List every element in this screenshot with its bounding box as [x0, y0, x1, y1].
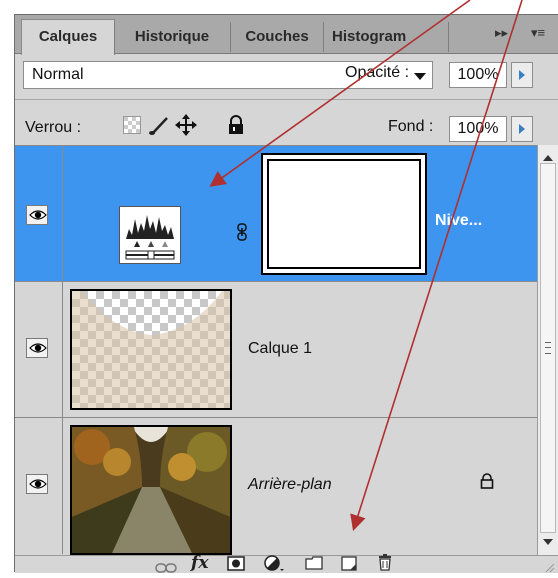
layer-row-calque-1[interactable]: Calque 1 — [15, 282, 537, 418]
eye-icon[interactable] — [26, 205, 48, 225]
lock-label: Verrou : — [25, 119, 82, 136]
layers-list: Nive... Calque 1 Arrière-plan — [15, 145, 537, 556]
fx-icon[interactable]: fx — [191, 553, 208, 573]
fill-label: Fond : — [388, 118, 434, 135]
layer-thumbnail[interactable] — [70, 289, 232, 410]
layers-scrollbar[interactable] — [537, 145, 558, 555]
scrollbar-thumb[interactable] — [540, 163, 556, 533]
fill-input[interactable]: 100% — [449, 116, 507, 142]
mask-link-icon[interactable] — [237, 223, 247, 241]
levels-adjustment-icon[interactable] — [119, 206, 181, 264]
visibility-cell — [15, 418, 63, 554]
new-layer-icon[interactable] — [341, 556, 357, 576]
opacity-label: Opacité : — [345, 64, 410, 81]
fill-slider-button[interactable] — [511, 116, 533, 142]
opacity-slider-button[interactable] — [511, 62, 533, 88]
lock-transparent-icon[interactable] — [123, 116, 141, 134]
trash-icon[interactable] — [377, 554, 393, 576]
lock-move-icon[interactable] — [175, 114, 197, 136]
link-icon[interactable] — [155, 560, 177, 578]
group-icon[interactable] — [305, 556, 323, 575]
chevron-down-icon — [414, 73, 426, 80]
lock-all-icon[interactable] — [227, 115, 245, 135]
eye-icon[interactable] — [26, 338, 48, 358]
divider — [15, 99, 558, 100]
tab-bar: Calques Historique Couches Histogram ▸▸ … — [15, 15, 558, 55]
layer-row-arriere-plan[interactable]: Arrière-plan — [15, 418, 537, 555]
grip-icon — [545, 342, 551, 354]
layer-name[interactable]: Nive... — [435, 212, 482, 230]
background-photo-thumbnail[interactable] — [70, 425, 232, 555]
panel-menu-icon[interactable]: ▾≡ — [531, 25, 545, 41]
layer-name[interactable]: Arrière-plan — [248, 476, 332, 494]
layer-name[interactable]: Calque 1 — [248, 340, 312, 358]
adjustment-icon[interactable] — [263, 555, 285, 577]
bottom-toolbar: fx — [15, 553, 558, 576]
eye-icon[interactable] — [26, 474, 48, 494]
tab-couches[interactable]: Couches — [231, 22, 324, 52]
visibility-cell — [15, 282, 63, 417]
layer-lock-icon — [480, 473, 494, 489]
scroll-down-icon[interactable] — [543, 539, 553, 545]
layers-panel: Calques Historique Couches Histogram ▸▸ … — [14, 14, 558, 576]
panel-expand-icon[interactable]: ▸▸ — [495, 25, 508, 41]
resize-grip-icon[interactable] — [543, 560, 555, 578]
blend-mode-value: Normal — [32, 66, 84, 83]
tab-histogram[interactable]: Histogram — [324, 22, 449, 52]
lock-brush-icon[interactable] — [148, 115, 170, 137]
scroll-up-icon[interactable] — [543, 155, 553, 161]
visibility-cell — [15, 146, 63, 281]
tab-calques[interactable]: Calques — [21, 19, 115, 55]
layer-row-levels[interactable]: Nive... — [15, 146, 537, 282]
opacity-input[interactable]: 100% — [449, 62, 507, 88]
mask-icon[interactable] — [227, 556, 245, 576]
tab-historique[interactable]: Historique — [114, 22, 231, 52]
layer-mask-thumbnail[interactable] — [258, 150, 430, 278]
